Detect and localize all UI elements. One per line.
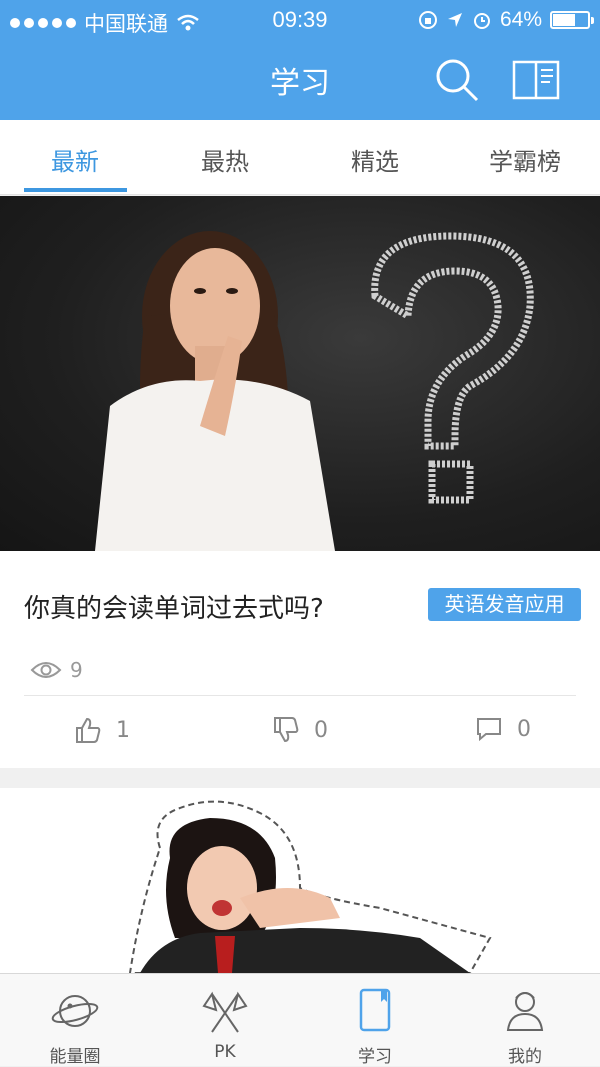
nav-label: 能量圈 xyxy=(49,1047,101,1067)
post-card[interactable]: 你真的会读单词过去式吗? 英语发音应用 9 1 0 0 xyxy=(0,196,600,768)
like-count: 1 xyxy=(116,717,130,743)
nav-label: 学习 xyxy=(358,1047,392,1067)
battery-icon xyxy=(550,11,594,29)
view-count: 9 xyxy=(30,658,83,682)
comment-button[interactable]: 0 xyxy=(475,716,531,742)
shouting-girl-illustration xyxy=(128,800,492,973)
tab-latest[interactable]: 最新 xyxy=(0,142,150,177)
nav-label: 我的 xyxy=(508,1047,542,1067)
like-button[interactable]: 1 xyxy=(74,716,130,744)
view-count-value: 9 xyxy=(70,658,83,682)
comment-icon xyxy=(477,718,501,742)
post-tag[interactable]: 英语发音应用 xyxy=(428,588,581,621)
nav-energy-circle[interactable]: 能量圈 xyxy=(0,974,150,1067)
tab-leaderboard[interactable]: 学霸榜 xyxy=(450,142,600,177)
nav-bar: 学习 xyxy=(0,40,600,120)
tab-featured[interactable]: 精选 xyxy=(300,142,450,177)
search-icon[interactable] xyxy=(433,56,481,104)
post-title[interactable]: 你真的会读单词过去式吗? xyxy=(24,588,324,625)
book-icon[interactable] xyxy=(512,60,560,100)
alarm-icon xyxy=(473,13,490,29)
status-bar: 中国联通 09:39 64% xyxy=(0,0,600,40)
tab-bar: 最新 最热 精选 学霸榜 xyxy=(0,120,600,195)
crossed-flags-icon xyxy=(202,991,248,1033)
rotation-lock-icon xyxy=(418,11,437,29)
thinking-woman-illustration xyxy=(95,231,534,551)
nav-label: PK xyxy=(214,1042,236,1062)
post-card-preview[interactable] xyxy=(0,788,600,973)
thumbs-up-icon xyxy=(76,717,101,743)
comment-count: 0 xyxy=(517,716,531,742)
user-icon xyxy=(506,992,544,1031)
divider xyxy=(24,695,576,696)
eye-icon xyxy=(30,662,62,678)
post-cover-image[interactable] xyxy=(0,196,600,551)
notebook-icon xyxy=(359,988,391,1032)
thumbs-down-icon xyxy=(274,717,299,743)
battery-percent: 64% xyxy=(499,8,542,31)
dislike-count: 0 xyxy=(314,717,328,743)
planet-icon xyxy=(51,995,99,1027)
nav-study[interactable]: 学习 xyxy=(300,974,450,1067)
bottom-tab-bar: 能量圈 PK 学习 我的 xyxy=(0,973,600,1067)
location-icon xyxy=(447,13,462,27)
page-title: 学习 xyxy=(270,66,330,101)
nav-mine[interactable]: 我的 xyxy=(450,974,600,1067)
dislike-button[interactable]: 0 xyxy=(272,716,328,744)
nav-pk[interactable]: PK xyxy=(150,974,300,1066)
tab-active-indicator xyxy=(24,188,127,192)
tab-hottest[interactable]: 最热 xyxy=(150,142,300,177)
top-bar: 中国联通 09:39 64% 学习 xyxy=(0,0,600,120)
